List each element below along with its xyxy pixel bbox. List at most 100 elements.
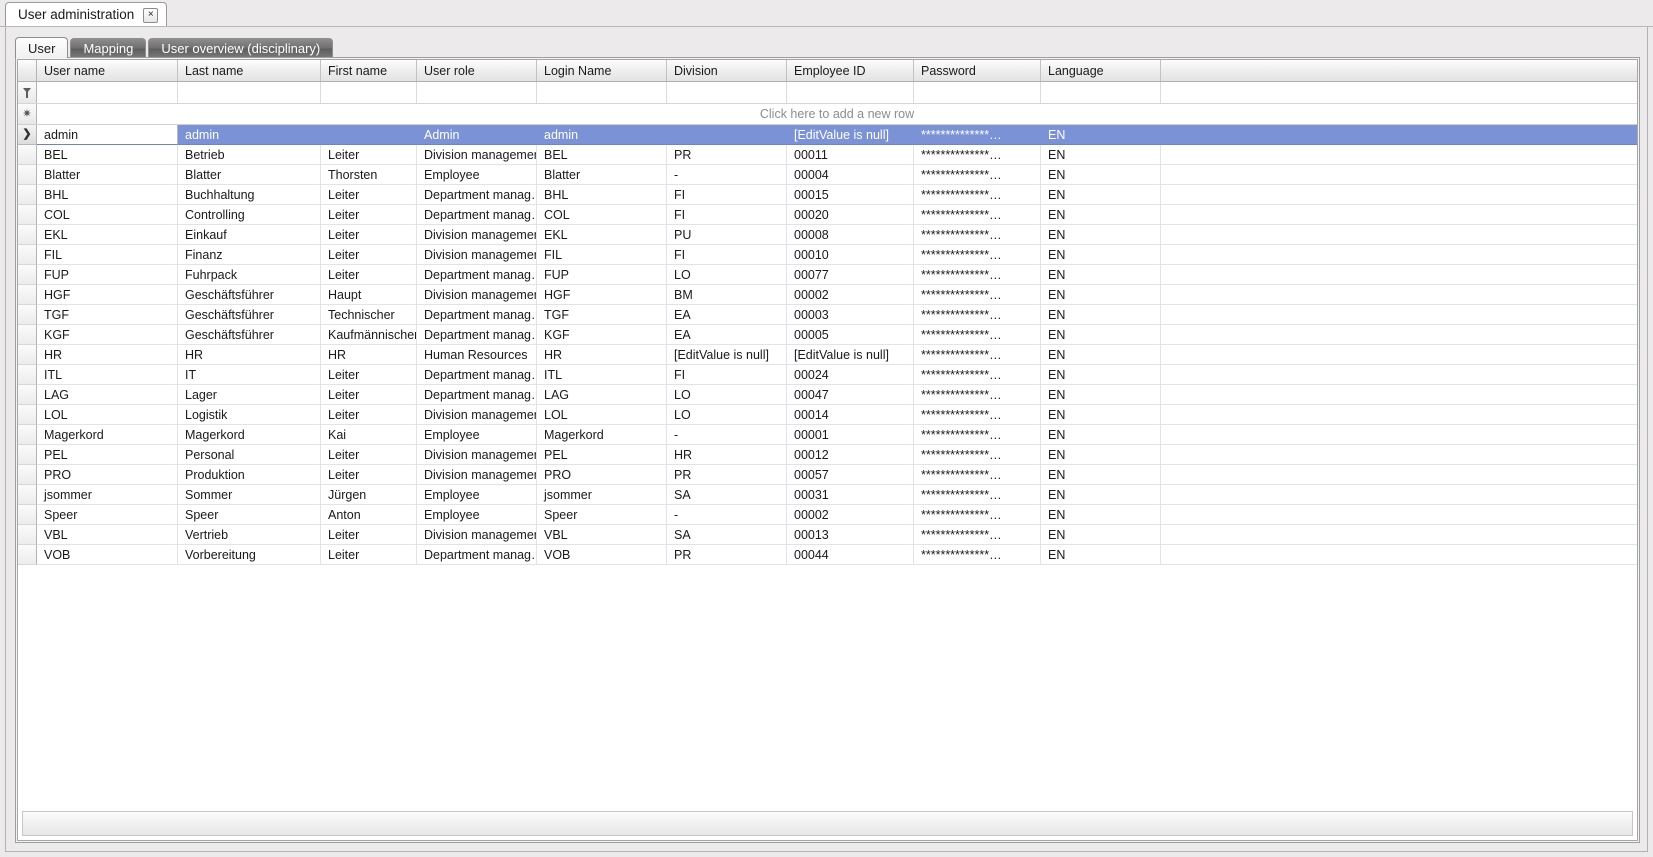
cell-login-name[interactable]: PEL [537, 445, 667, 465]
table-row[interactable]: FILFinanzLeiterDivision managementFILFI0… [18, 245, 1637, 265]
cell-login-name[interactable]: ITL [537, 365, 667, 385]
row-indicator-cell[interactable] [18, 245, 37, 265]
cell-employee-id[interactable]: [EditValue is null] [787, 125, 914, 145]
table-row[interactable]: VBLVertriebLeiterDivision managementVBLS… [18, 525, 1637, 545]
cell-user-role[interactable]: Division management [417, 445, 537, 465]
cell-division[interactable] [667, 125, 787, 145]
table-row[interactable]: TGFGeschäftsführerTechnischerDepartment … [18, 305, 1637, 325]
cell-last-name[interactable]: Magerkord [178, 425, 321, 445]
table-row[interactable]: BHLBuchhaltungLeiterDepartment manag…BHL… [18, 185, 1637, 205]
cell-login-name[interactable]: VOB [537, 545, 667, 565]
add-new-row-prompt[interactable]: Click here to add a new row [37, 104, 1637, 124]
row-indicator-cell[interactable] [18, 465, 37, 485]
column-header-language[interactable]: Language [1041, 60, 1161, 81]
cell-password[interactable]: **************… [914, 205, 1041, 225]
cell-division[interactable]: SA [667, 485, 787, 505]
cell-user-role[interactable]: Employee [417, 165, 537, 185]
cell-user-name[interactable]: EKL [37, 225, 178, 245]
cell-user-role[interactable]: Division management [417, 225, 537, 245]
cell-login-name[interactable]: BHL [537, 185, 667, 205]
cell-user-name[interactable]: PRO [37, 465, 178, 485]
filter-input-division[interactable] [667, 82, 787, 103]
cell-language[interactable]: EN [1041, 285, 1161, 305]
cell-first-name[interactable]: Leiter [321, 245, 417, 265]
cell-first-name[interactable]: Haupt [321, 285, 417, 305]
cell-first-name[interactable]: Leiter [321, 405, 417, 425]
table-row[interactable]: jsommerSommerJürgenEmployeejsommerSA0003… [18, 485, 1637, 505]
cell-first-name[interactable]: HR [321, 345, 417, 365]
cell-password[interactable]: **************… [914, 165, 1041, 185]
cell-last-name[interactable]: Logistik [178, 405, 321, 425]
column-header-user-role[interactable]: User role [417, 60, 537, 81]
cell-login-name[interactable]: COL [537, 205, 667, 225]
cell-last-name[interactable]: Fuhrpack [178, 265, 321, 285]
cell-employee-id[interactable]: 00031 [787, 485, 914, 505]
cell-employee-id[interactable]: 00001 [787, 425, 914, 445]
cell-password[interactable]: **************… [914, 265, 1041, 285]
cell-first-name[interactable]: Leiter [321, 265, 417, 285]
cell-login-name[interactable]: LOL [537, 405, 667, 425]
cell-language[interactable]: EN [1041, 345, 1161, 365]
cell-employee-id[interactable]: [EditValue is null] [787, 345, 914, 365]
cell-first-name[interactable]: Technischer [321, 305, 417, 325]
cell-division[interactable]: PR [667, 465, 787, 485]
cell-first-name[interactable]: Leiter [321, 465, 417, 485]
cell-division[interactable]: BM [667, 285, 787, 305]
cell-password[interactable]: **************… [914, 525, 1041, 545]
cell-division[interactable]: FI [667, 185, 787, 205]
cell-last-name[interactable]: Lager [178, 385, 321, 405]
cell-user-role[interactable]: Division management [417, 145, 537, 165]
cell-division[interactable]: EA [667, 325, 787, 345]
cell-user-role[interactable]: Department manag… [417, 205, 537, 225]
cell-division[interactable]: PR [667, 545, 787, 565]
row-indicator-cell[interactable] [18, 405, 37, 425]
cell-employee-id[interactable]: 00014 [787, 405, 914, 425]
cell-user-name[interactable]: BEL [37, 145, 178, 165]
cell-user-role[interactable]: Employee [417, 485, 537, 505]
cell-employee-id[interactable]: 00013 [787, 525, 914, 545]
cell-employee-id[interactable]: 00010 [787, 245, 914, 265]
cell-last-name[interactable]: Produktion [178, 465, 321, 485]
cell-employee-id[interactable]: 00077 [787, 265, 914, 285]
filter-input-user-name[interactable] [37, 82, 178, 103]
cell-login-name[interactable]: FIL [537, 245, 667, 265]
column-header-user-name[interactable]: User name [37, 60, 178, 81]
filter-input-first-name[interactable] [321, 82, 417, 103]
table-row[interactable]: BlatterBlatterThorstenEmployeeBlatter-00… [18, 165, 1637, 185]
cell-user-name[interactable]: BHL [37, 185, 178, 205]
cell-user-name[interactable]: TGF [37, 305, 178, 325]
table-row[interactable]: PROProduktionLeiterDivision managementPR… [18, 465, 1637, 485]
cell-first-name[interactable]: Leiter [321, 445, 417, 465]
filter-input-password[interactable] [914, 82, 1041, 103]
cell-login-name[interactable]: BEL [537, 145, 667, 165]
row-indicator-cell[interactable] [18, 425, 37, 445]
cell-last-name[interactable]: Speer [178, 505, 321, 525]
cell-employee-id[interactable]: 00020 [787, 205, 914, 225]
cell-password[interactable]: **************… [914, 485, 1041, 505]
cell-first-name[interactable]: Kai [321, 425, 417, 445]
filter-input-employee-id[interactable] [787, 82, 914, 103]
cell-first-name[interactable]: Anton [321, 505, 417, 525]
row-indicator-cell[interactable] [18, 265, 37, 285]
cell-password[interactable]: **************… [914, 345, 1041, 365]
cell-user-name[interactable]: KGF [37, 325, 178, 345]
cell-employee-id[interactable]: 00047 [787, 385, 914, 405]
row-indicator-cell[interactable] [18, 145, 37, 165]
cell-user-role[interactable]: Department manag… [417, 365, 537, 385]
table-row[interactable]: ITLITLeiterDepartment manag…ITLFI00024**… [18, 365, 1637, 385]
cell-user-role[interactable]: Division management [417, 405, 537, 425]
row-indicator-cell[interactable] [18, 505, 37, 525]
cell-last-name[interactable]: Vorbereitung [178, 545, 321, 565]
cell-division[interactable]: - [667, 505, 787, 525]
cell-password[interactable]: **************… [914, 245, 1041, 265]
cell-user-role[interactable]: Department manag… [417, 185, 537, 205]
cell-language[interactable]: EN [1041, 185, 1161, 205]
document-tab-user-administration[interactable]: User administration × [5, 2, 167, 27]
table-row[interactable]: BELBetriebLeiterDivision managementBELPR… [18, 145, 1637, 165]
cell-division[interactable]: SA [667, 525, 787, 545]
cell-password[interactable]: **************… [914, 545, 1041, 565]
cell-employee-id[interactable]: 00008 [787, 225, 914, 245]
cell-division[interactable]: FI [667, 205, 787, 225]
cell-last-name[interactable]: Sommer [178, 485, 321, 505]
cell-employee-id[interactable]: 00024 [787, 365, 914, 385]
